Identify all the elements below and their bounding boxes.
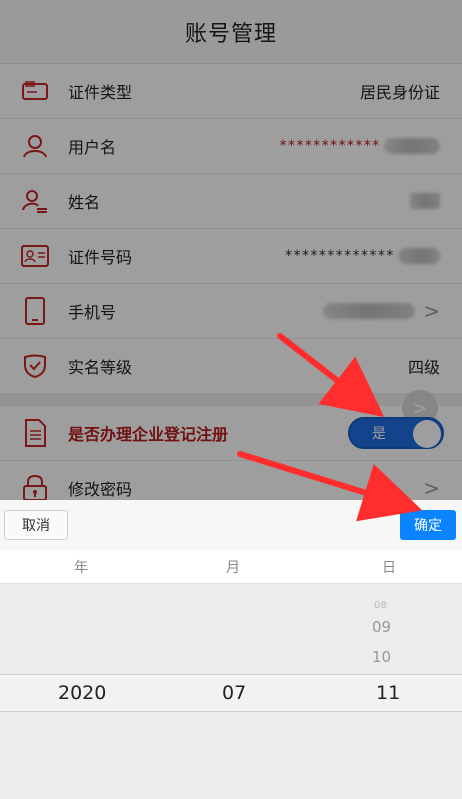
- header-bar: 账号管理: [0, 0, 462, 64]
- row-value: >: [415, 476, 440, 500]
- id-number-icon: [20, 241, 50, 271]
- user-icon: [20, 131, 50, 161]
- column-year-header: 年: [74, 559, 88, 576]
- page-title: 账号管理: [184, 21, 277, 47]
- registration-toggle[interactable]: 是: [348, 417, 444, 449]
- user-lines-icon: [20, 186, 50, 216]
- masked-username: ************: [278, 138, 380, 154]
- row-username[interactable]: 用户名 ************: [0, 119, 462, 174]
- row-name[interactable]: 姓名: [0, 174, 462, 229]
- picker-wheel[interactable]: 08 09 10 2020 07 11: [0, 584, 462, 799]
- row-label: 姓名: [68, 193, 101, 212]
- selected-year[interactable]: 2020: [58, 682, 106, 704]
- wheel-option[interactable]: 09: [372, 618, 391, 636]
- row-enterprise-registration[interactable]: 是否办理企业登记注册 > 是: [0, 390, 462, 461]
- blurred-text: [384, 138, 440, 154]
- chevron-right-icon: >: [412, 397, 428, 419]
- row-label: 证件号码: [68, 248, 133, 267]
- wheel-option[interactable]: 08: [374, 600, 387, 611]
- toggle-label: 是: [372, 426, 386, 442]
- wheel-option[interactable]: 10: [372, 648, 391, 666]
- column-day-header: 日: [382, 559, 396, 576]
- row-label: 是否办理企业登记注册: [68, 425, 229, 444]
- selected-day[interactable]: 11: [376, 682, 400, 704]
- section-divider: [0, 394, 462, 406]
- selected-month[interactable]: 07: [222, 682, 246, 704]
- chevron-right-icon: >: [423, 476, 440, 500]
- row-label: 用户名: [68, 138, 117, 157]
- row-id-number[interactable]: 证件号码 *************: [0, 229, 462, 284]
- account-list: 证件类型 居民身份证 用户名 ************ 姓名 证件号码 ****…: [0, 64, 462, 516]
- chevron-right-icon: >: [423, 299, 440, 323]
- blurred-text: [323, 303, 416, 319]
- row-value: >: [319, 299, 440, 323]
- picker-toolbar: 取消 确定: [0, 500, 462, 550]
- picker-column-headers: 年 月 日: [0, 550, 462, 584]
- blurred-text: [398, 248, 440, 264]
- row-label: 实名等级: [68, 358, 133, 377]
- row-real-name-level[interactable]: 实名等级 四级: [0, 339, 462, 394]
- row-value: [406, 193, 440, 209]
- cancel-button[interactable]: 取消: [4, 510, 68, 540]
- phone-icon: [20, 296, 50, 326]
- row-value: 四级: [407, 358, 440, 377]
- column-month-header: 月: [226, 559, 240, 576]
- row-value: *************: [284, 248, 440, 264]
- row-value: 居民身份证: [359, 83, 440, 102]
- toggle-knob: [413, 420, 441, 448]
- row-id-type[interactable]: 证件类型 居民身份证: [0, 64, 462, 119]
- blurred-text: [410, 193, 440, 209]
- row-label: 修改密码: [68, 480, 133, 499]
- confirm-button[interactable]: 确定: [400, 510, 456, 540]
- id-card-icon: [20, 76, 50, 106]
- row-value: ************: [279, 138, 440, 154]
- document-icon: [20, 418, 50, 448]
- date-picker: 取消 确定 年 月 日 08 09 10 2020 07 11: [0, 500, 462, 799]
- row-phone[interactable]: 手机号 >: [0, 284, 462, 339]
- row-label: 手机号: [68, 303, 117, 322]
- masked-id-number: *************: [284, 248, 394, 264]
- shield-check-icon: [20, 351, 50, 381]
- row-label: 证件类型: [68, 83, 133, 102]
- lock-icon: [20, 473, 50, 503]
